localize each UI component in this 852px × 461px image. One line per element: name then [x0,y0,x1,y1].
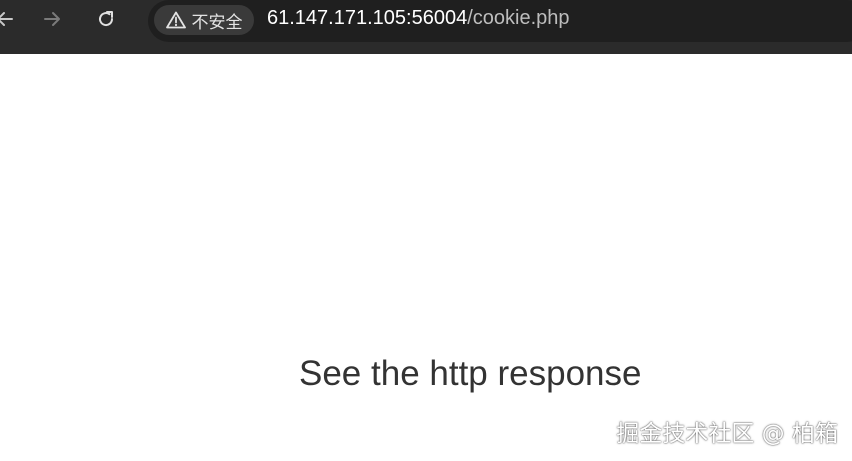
page-content: See the http response 掘金技术社区 @ 柏箱 [0,54,852,461]
forward-button[interactable] [37,4,67,34]
security-indicator[interactable]: 不安全 [154,5,254,35]
browser-toolbar: 不安全 61.147.171.105:56004/cookie.php [0,0,852,54]
url-path: /cookie.php [467,7,570,29]
arrow-right-icon [44,12,60,26]
address-bar[interactable]: 不安全 61.147.171.105:56004/cookie.php [148,0,852,42]
reload-icon [99,11,114,27]
url-text[interactable]: 61.147.171.105:56004/cookie.php [267,7,570,30]
watermark: 掘金技术社区 @ 柏箱 [616,421,838,447]
arrow-left-icon [0,12,13,26]
warning-triangle-icon [165,11,186,29]
reload-button[interactable] [91,4,121,34]
security-label: 不安全 [191,12,243,33]
back-button[interactable] [0,4,20,34]
url-host: 61.147.171.105:56004 [267,7,468,29]
page-message: See the http response [299,354,642,393]
